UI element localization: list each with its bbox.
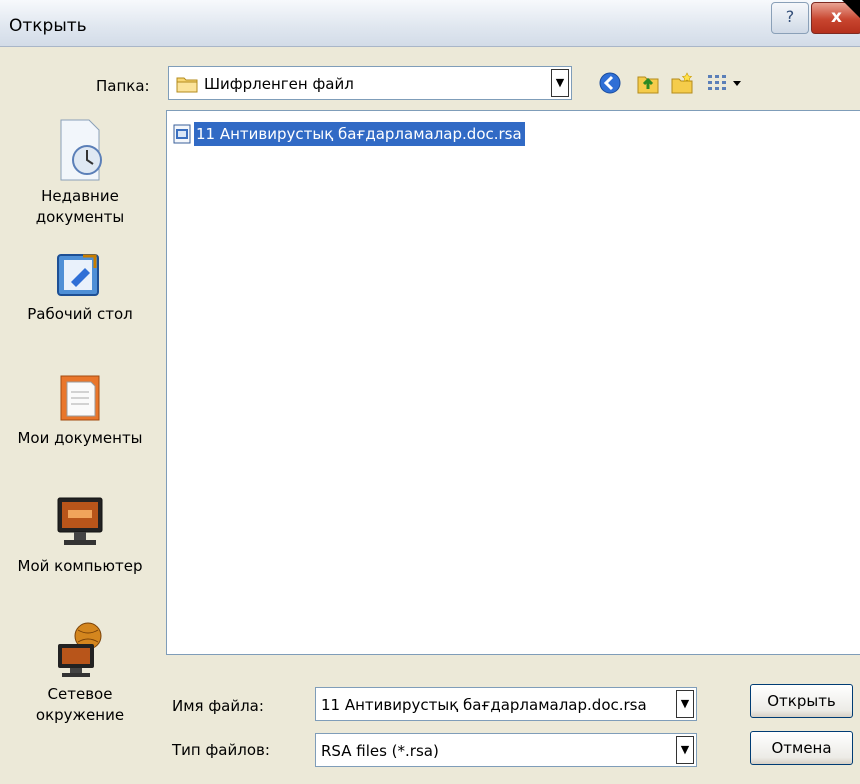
place-label: Недавние xyxy=(41,187,119,205)
back-button[interactable] xyxy=(596,68,624,98)
open-button[interactable]: Открыть xyxy=(750,684,853,718)
cancel-button[interactable]: Отмена xyxy=(750,731,853,765)
views-menu-icon xyxy=(708,75,741,90)
place-desktop[interactable]: Рабочий стол xyxy=(0,250,160,325)
rsa-file-icon xyxy=(173,124,191,144)
my-computer-icon xyxy=(57,497,103,545)
folder-icon xyxy=(176,75,198,97)
place-label: Сетевое xyxy=(47,685,113,703)
corner-marker xyxy=(842,0,860,18)
place-label: Рабочий стол xyxy=(27,305,133,323)
help-icon: ? xyxy=(785,7,795,26)
help-button[interactable]: ? xyxy=(771,2,809,34)
views-menu-button[interactable] xyxy=(704,68,748,98)
network-icon xyxy=(58,622,102,677)
folder-value: Шифрленген файл xyxy=(204,75,354,93)
chevron-down-icon: ▼ xyxy=(680,697,690,710)
filename-label: Имя файла: xyxy=(172,697,264,715)
chevron-down-icon: ▼ xyxy=(555,76,565,89)
place-label: Мой компьютер xyxy=(17,557,143,575)
folder-label: Папка: xyxy=(96,77,150,95)
chevron-down-icon: ▼ xyxy=(680,743,690,756)
my-documents-icon xyxy=(60,375,100,421)
file-name: 11 Антивирустық бағдарламалар.doc.rsa xyxy=(194,122,525,146)
new-folder-button[interactable] xyxy=(668,68,696,98)
up-folder-button[interactable] xyxy=(634,68,662,98)
filetype-select[interactable]: RSA files (*.rsa) ▼ xyxy=(315,733,697,767)
folder-dropdown-arrow[interactable]: ▼ xyxy=(551,69,569,97)
place-label: Мои документы xyxy=(17,429,143,447)
place-my-computer[interactable]: Мой компьютер xyxy=(0,494,160,577)
filename-value: 11 Антивирустық бағдарламалар.doc.rsa xyxy=(321,696,647,714)
window-title: Открыть xyxy=(9,16,87,36)
place-label: документы xyxy=(35,208,125,226)
recent-documents-icon xyxy=(60,119,102,181)
back-icon xyxy=(599,72,621,94)
close-icon: x xyxy=(831,7,842,27)
place-recent-documents[interactable]: Недавние документы xyxy=(0,118,160,228)
place-network[interactable]: Сетевое окружение xyxy=(0,620,160,726)
list-item[interactable]: 11 Антивирустық бағдарламалар.doc.rsa xyxy=(173,120,525,148)
filetype-value: RSA files (*.rsa) xyxy=(321,742,439,760)
desktop-icon xyxy=(57,254,99,296)
folder-select[interactable]: Шифрленген файл ▼ xyxy=(168,66,572,100)
filename-dropdown-arrow[interactable]: ▼ xyxy=(676,690,694,718)
filetype-dropdown-arrow[interactable]: ▼ xyxy=(676,736,694,764)
place-label: окружение xyxy=(35,706,125,724)
places-bar: Недавние документы Рабочий стол Мои доку… xyxy=(0,108,160,784)
file-list[interactable]: 11 Антивирустық бағдарламалар.doc.rsa xyxy=(166,110,860,655)
filename-input[interactable]: 11 Антивирустық бағдарламалар.doc.rsa ▼ xyxy=(315,687,697,721)
new-folder-icon xyxy=(671,72,693,94)
up-folder-icon xyxy=(637,76,659,94)
filetype-label: Тип файлов: xyxy=(172,741,270,759)
place-my-documents[interactable]: Мои документы xyxy=(0,368,160,449)
title-bar: Открыть ? x xyxy=(0,0,860,47)
